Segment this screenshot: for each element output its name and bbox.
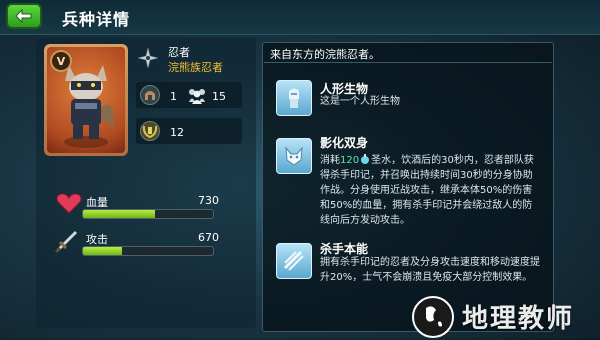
- watermark-text: 地理教师: [462, 304, 575, 334]
- slash-claw-icon[interactable]: [276, 243, 312, 279]
- back-button[interactable]: [6, 3, 42, 29]
- watermark-globe-icon: [412, 296, 454, 338]
- attack-value: 670: [198, 231, 219, 244]
- laurel-helmet-icon: [140, 121, 160, 141]
- humanoid-knight-icon[interactable]: [276, 80, 312, 116]
- hp-bar: [82, 209, 214, 219]
- shuriken-icon: [138, 48, 158, 68]
- elixir-cost: 120: [340, 155, 360, 166]
- hp-bar-fill: [83, 210, 155, 218]
- skill-text-humanoid: 这是一个人形生物: [320, 96, 400, 107]
- shadow-clone-fox-icon[interactable]: [276, 138, 312, 174]
- skill-text-shadow: 消耗120 圣水，饮酒后的30秒内，忍者部队获得杀手印记，并召唤出持续时间30秒的…: [320, 154, 534, 226]
- attack-bar-fill: [83, 247, 122, 255]
- skill-title-shadow: 影化双身: [320, 136, 369, 150]
- attack-label: 攻击: [86, 233, 108, 246]
- divider: [264, 62, 552, 63]
- attack-bar: [82, 246, 214, 256]
- helmet-icon: [140, 85, 160, 105]
- sword-icon: [54, 230, 78, 254]
- population-icon: [189, 89, 205, 104]
- page-title: 兵种详情: [62, 10, 131, 29]
- unit-name: 忍者: [168, 46, 190, 59]
- unit-description: 来自东方的浣熊忍者。: [270, 48, 380, 61]
- unit-count: 12: [170, 126, 184, 139]
- back-arrow-icon: [15, 9, 32, 23]
- elixir-flask-icon: [361, 154, 370, 164]
- level-badge: V: [50, 50, 72, 72]
- unit-subname: 浣熊族忍者: [168, 61, 223, 74]
- hp-value: 730: [198, 194, 219, 207]
- hp-label: 血量: [86, 196, 108, 209]
- skill-text-instinct: 拥有杀手印记的忍者及分身攻击速度和移动速度提升20%，士气不会崩溃且免疫大部分控…: [320, 257, 540, 283]
- heart-icon: [56, 193, 82, 214]
- unit-cost: 1: [170, 90, 177, 103]
- unit-population: 15: [212, 90, 226, 103]
